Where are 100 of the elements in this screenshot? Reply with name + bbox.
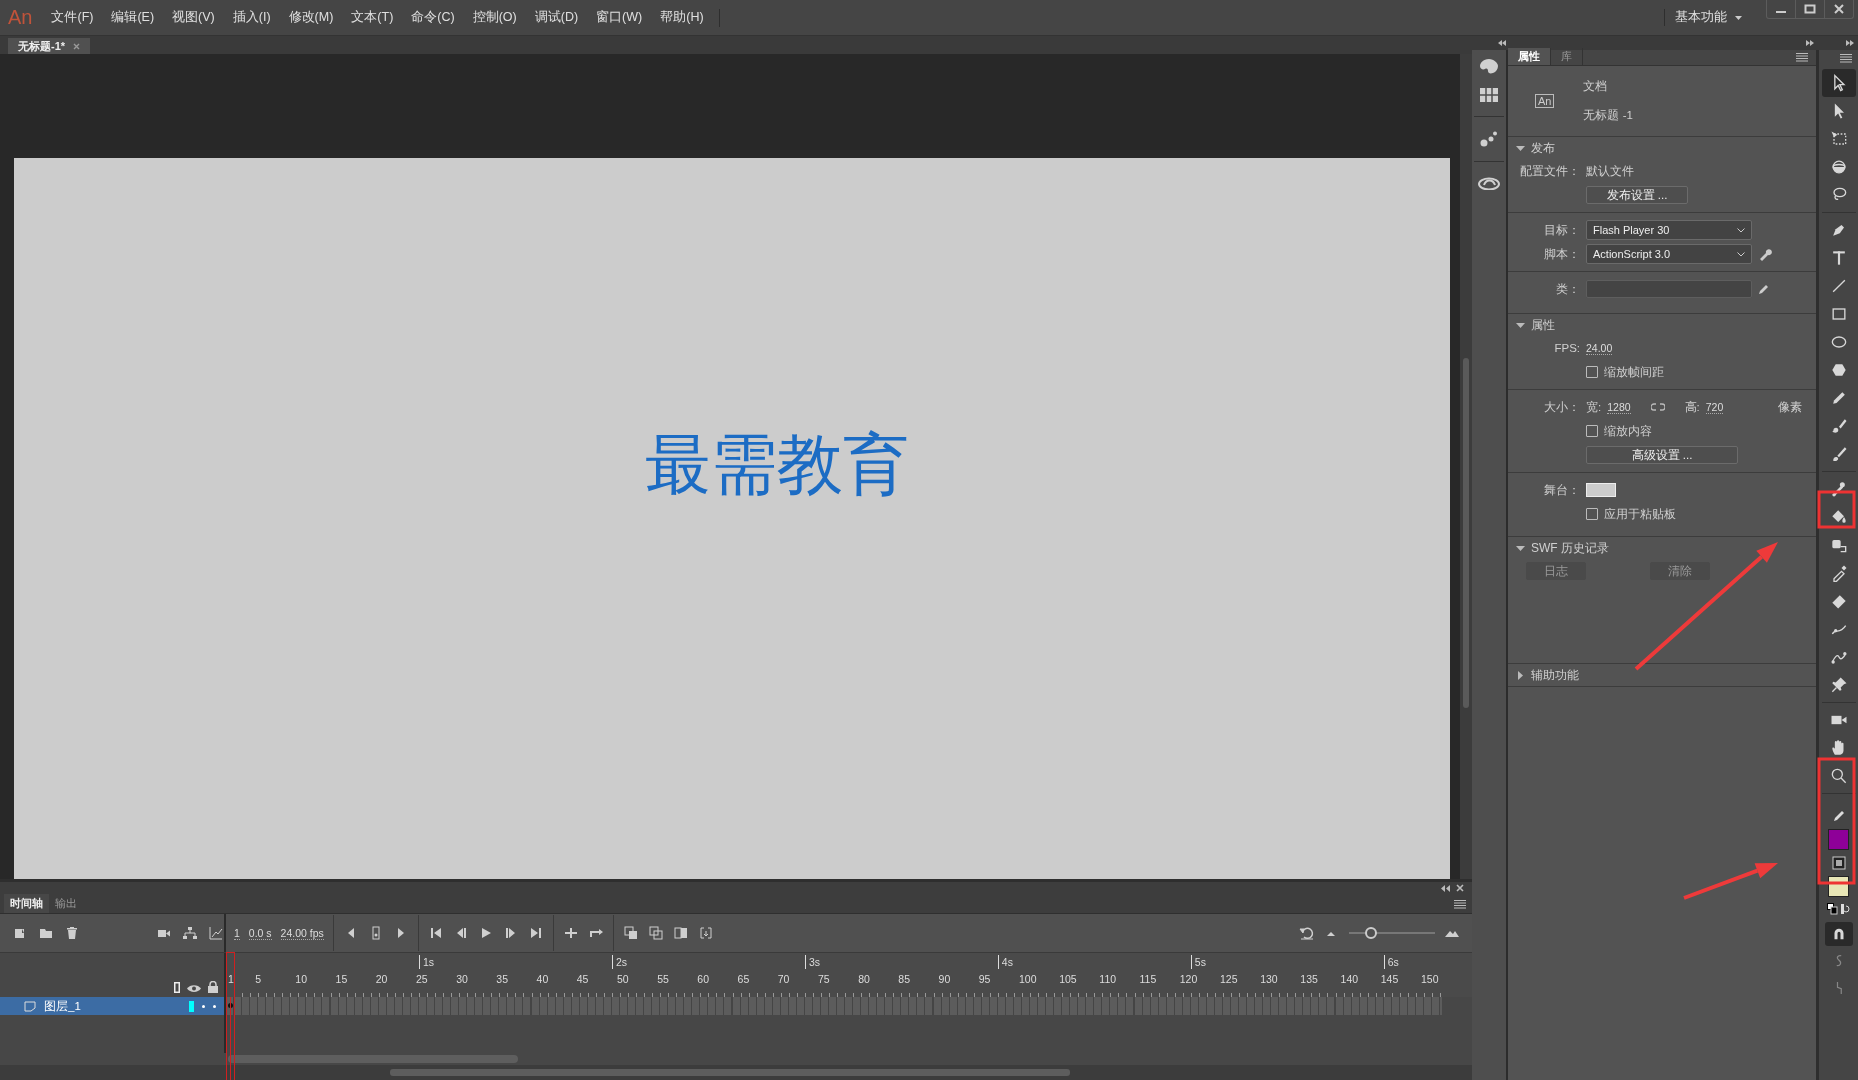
frame-number: 135 bbox=[1300, 973, 1318, 985]
close-icon[interactable] bbox=[73, 42, 81, 50]
menu-item[interactable]: 控制(O) bbox=[463, 9, 526, 26]
lock-icon[interactable] bbox=[208, 981, 218, 993]
publish-settings-button[interactable]: 发布设置 ... bbox=[1586, 186, 1688, 204]
stage-color-swatch[interactable] bbox=[1586, 483, 1616, 497]
layer-color-swatch[interactable] bbox=[189, 1000, 194, 1012]
menu-icon[interactable] bbox=[1454, 900, 1466, 909]
document-name: 无标题 -1 bbox=[1583, 108, 1633, 123]
frame-number: 60 bbox=[697, 973, 710, 985]
hierarchy-icon[interactable] bbox=[182, 925, 198, 941]
checkbox[interactable] bbox=[1586, 366, 1598, 378]
current-time[interactable]: 0.0 s bbox=[248, 926, 272, 940]
frame-number: 85 bbox=[898, 973, 911, 985]
menu-item[interactable]: 文本(T) bbox=[342, 9, 403, 26]
menu-item[interactable]: 编辑(E) bbox=[102, 9, 164, 26]
wrench-icon[interactable] bbox=[1758, 247, 1772, 261]
seconds-label: 3s bbox=[804, 955, 820, 969]
frame-number: 75 bbox=[817, 973, 830, 985]
stage-text: 最需教育 bbox=[645, 427, 909, 503]
eye-icon[interactable] bbox=[187, 984, 201, 993]
visibility-dot[interactable] bbox=[202, 1004, 205, 1008]
document-tab[interactable]: 无标题-1* bbox=[8, 38, 91, 54]
menu-item[interactable]: 调试(D) bbox=[525, 9, 588, 26]
field-label: 配置文件： bbox=[1519, 163, 1580, 179]
trash-icon[interactable] bbox=[64, 925, 80, 941]
document-badge: An bbox=[1535, 94, 1555, 108]
undo-icon[interactable] bbox=[1299, 925, 1315, 941]
grid-icon[interactable] bbox=[1480, 88, 1498, 102]
menu-item[interactable]: 修改(M) bbox=[279, 9, 343, 26]
frame-number: 145 bbox=[1380, 973, 1399, 985]
workspace-switcher[interactable]: 基本功能 bbox=[1664, 9, 1752, 26]
panel-tab[interactable]: 属性 bbox=[1508, 48, 1551, 65]
frame-rate[interactable]: 24.00 fps bbox=[280, 926, 324, 940]
height-value[interactable]: 720 bbox=[1705, 400, 1724, 414]
swap-colors-icon[interactable] bbox=[1826, 903, 1851, 915]
close-icon[interactable] bbox=[1456, 884, 1464, 892]
width-value[interactable]: 1280 bbox=[1607, 400, 1631, 414]
menu-item[interactable]: 文件(F) bbox=[42, 9, 103, 26]
graph-icon[interactable] bbox=[208, 925, 224, 941]
stroke-pencil-icon[interactable] bbox=[1831, 809, 1846, 823]
onion-markers-icon[interactable] bbox=[697, 925, 714, 941]
menu-icon[interactable] bbox=[1796, 53, 1808, 62]
advanced-settings-button[interactable]: 高级设置 ... bbox=[1586, 446, 1738, 464]
stroke-color-swatch[interactable] bbox=[1828, 829, 1849, 850]
menu-icon[interactable] bbox=[1839, 54, 1852, 63]
frame-number: 50 bbox=[616, 973, 629, 985]
cloud-icon[interactable] bbox=[1478, 176, 1500, 190]
frame-number: 90 bbox=[938, 973, 951, 985]
onion-outline-icon[interactable] bbox=[647, 925, 664, 941]
current-frame[interactable]: 1 bbox=[234, 926, 240, 940]
frame-number: 130 bbox=[1260, 973, 1278, 985]
disclosure-triangle-icon[interactable] bbox=[1516, 670, 1525, 680]
seconds-label: 1s bbox=[418, 955, 435, 969]
zoom-slider[interactable] bbox=[1349, 927, 1435, 939]
menu-item[interactable]: 帮助(H) bbox=[651, 9, 713, 26]
fill-square-icon[interactable] bbox=[1831, 856, 1846, 870]
menu-item[interactable]: 插入(I) bbox=[223, 9, 280, 26]
arrow-cursor-icon[interactable] bbox=[1821, 69, 1856, 97]
outline-icon[interactable] bbox=[174, 982, 180, 993]
magnet-icon[interactable] bbox=[1824, 922, 1853, 946]
field-value: 默认文件 bbox=[1586, 163, 1634, 179]
dropdown[interactable]: Flash Player 30 bbox=[1586, 220, 1752, 240]
center-frame-icon[interactable] bbox=[562, 925, 579, 941]
dropdown[interactable]: ActionScript 3.0 bbox=[1586, 244, 1752, 264]
scrollbar[interactable] bbox=[1460, 54, 1472, 879]
collapse-icon[interactable] bbox=[1441, 884, 1450, 892]
checkbox-label: 缩放帧间距 bbox=[1604, 364, 1664, 380]
fps-value[interactable]: 24.00 bbox=[1586, 341, 1613, 355]
lock-dot[interactable] bbox=[213, 1004, 216, 1008]
layer-row[interactable]: 图层_1 bbox=[0, 997, 226, 1015]
link-icon[interactable] bbox=[1650, 402, 1665, 412]
caret-icon bbox=[1735, 15, 1742, 20]
menu-item[interactable]: 视图(V) bbox=[163, 9, 224, 26]
onion-skin-icon[interactable] bbox=[622, 925, 639, 941]
scrollbar[interactable] bbox=[0, 1065, 1472, 1080]
edit-pencil-icon[interactable] bbox=[1758, 283, 1770, 295]
panel-tab[interactable]: 时间轴 bbox=[4, 894, 49, 913]
expand-icon[interactable] bbox=[1806, 40, 1814, 46]
disclosure-triangle-icon[interactable] bbox=[1516, 543, 1525, 553]
palette-icon[interactable] bbox=[1479, 58, 1499, 74]
class-field[interactable] bbox=[1586, 280, 1752, 298]
seconds-label: 5s bbox=[1190, 955, 1206, 969]
frame-number: 35 bbox=[496, 973, 509, 985]
collapse-icon[interactable] bbox=[1498, 40, 1506, 46]
panel-tab[interactable]: 输出 bbox=[49, 894, 83, 913]
checkbox[interactable] bbox=[1586, 508, 1598, 520]
frame-number: 120 bbox=[1179, 973, 1198, 985]
disclosure-triangle-icon[interactable] bbox=[1516, 320, 1525, 330]
section-title: 属性 bbox=[1531, 316, 1555, 334]
dots-icon[interactable] bbox=[1480, 131, 1498, 147]
unit-label: 像素 bbox=[1778, 399, 1802, 415]
expand-icon[interactable] bbox=[1846, 40, 1854, 46]
checkbox[interactable] bbox=[1586, 425, 1598, 437]
field-label: 脚本： bbox=[1543, 246, 1580, 262]
disclosure-triangle-icon[interactable] bbox=[1516, 143, 1525, 153]
field-label: 舞台： bbox=[1543, 482, 1580, 498]
edit-frames-icon[interactable] bbox=[672, 925, 689, 941]
menu-item[interactable]: 窗口(W) bbox=[587, 9, 652, 26]
menu-item[interactable]: 命令(C) bbox=[402, 9, 464, 26]
